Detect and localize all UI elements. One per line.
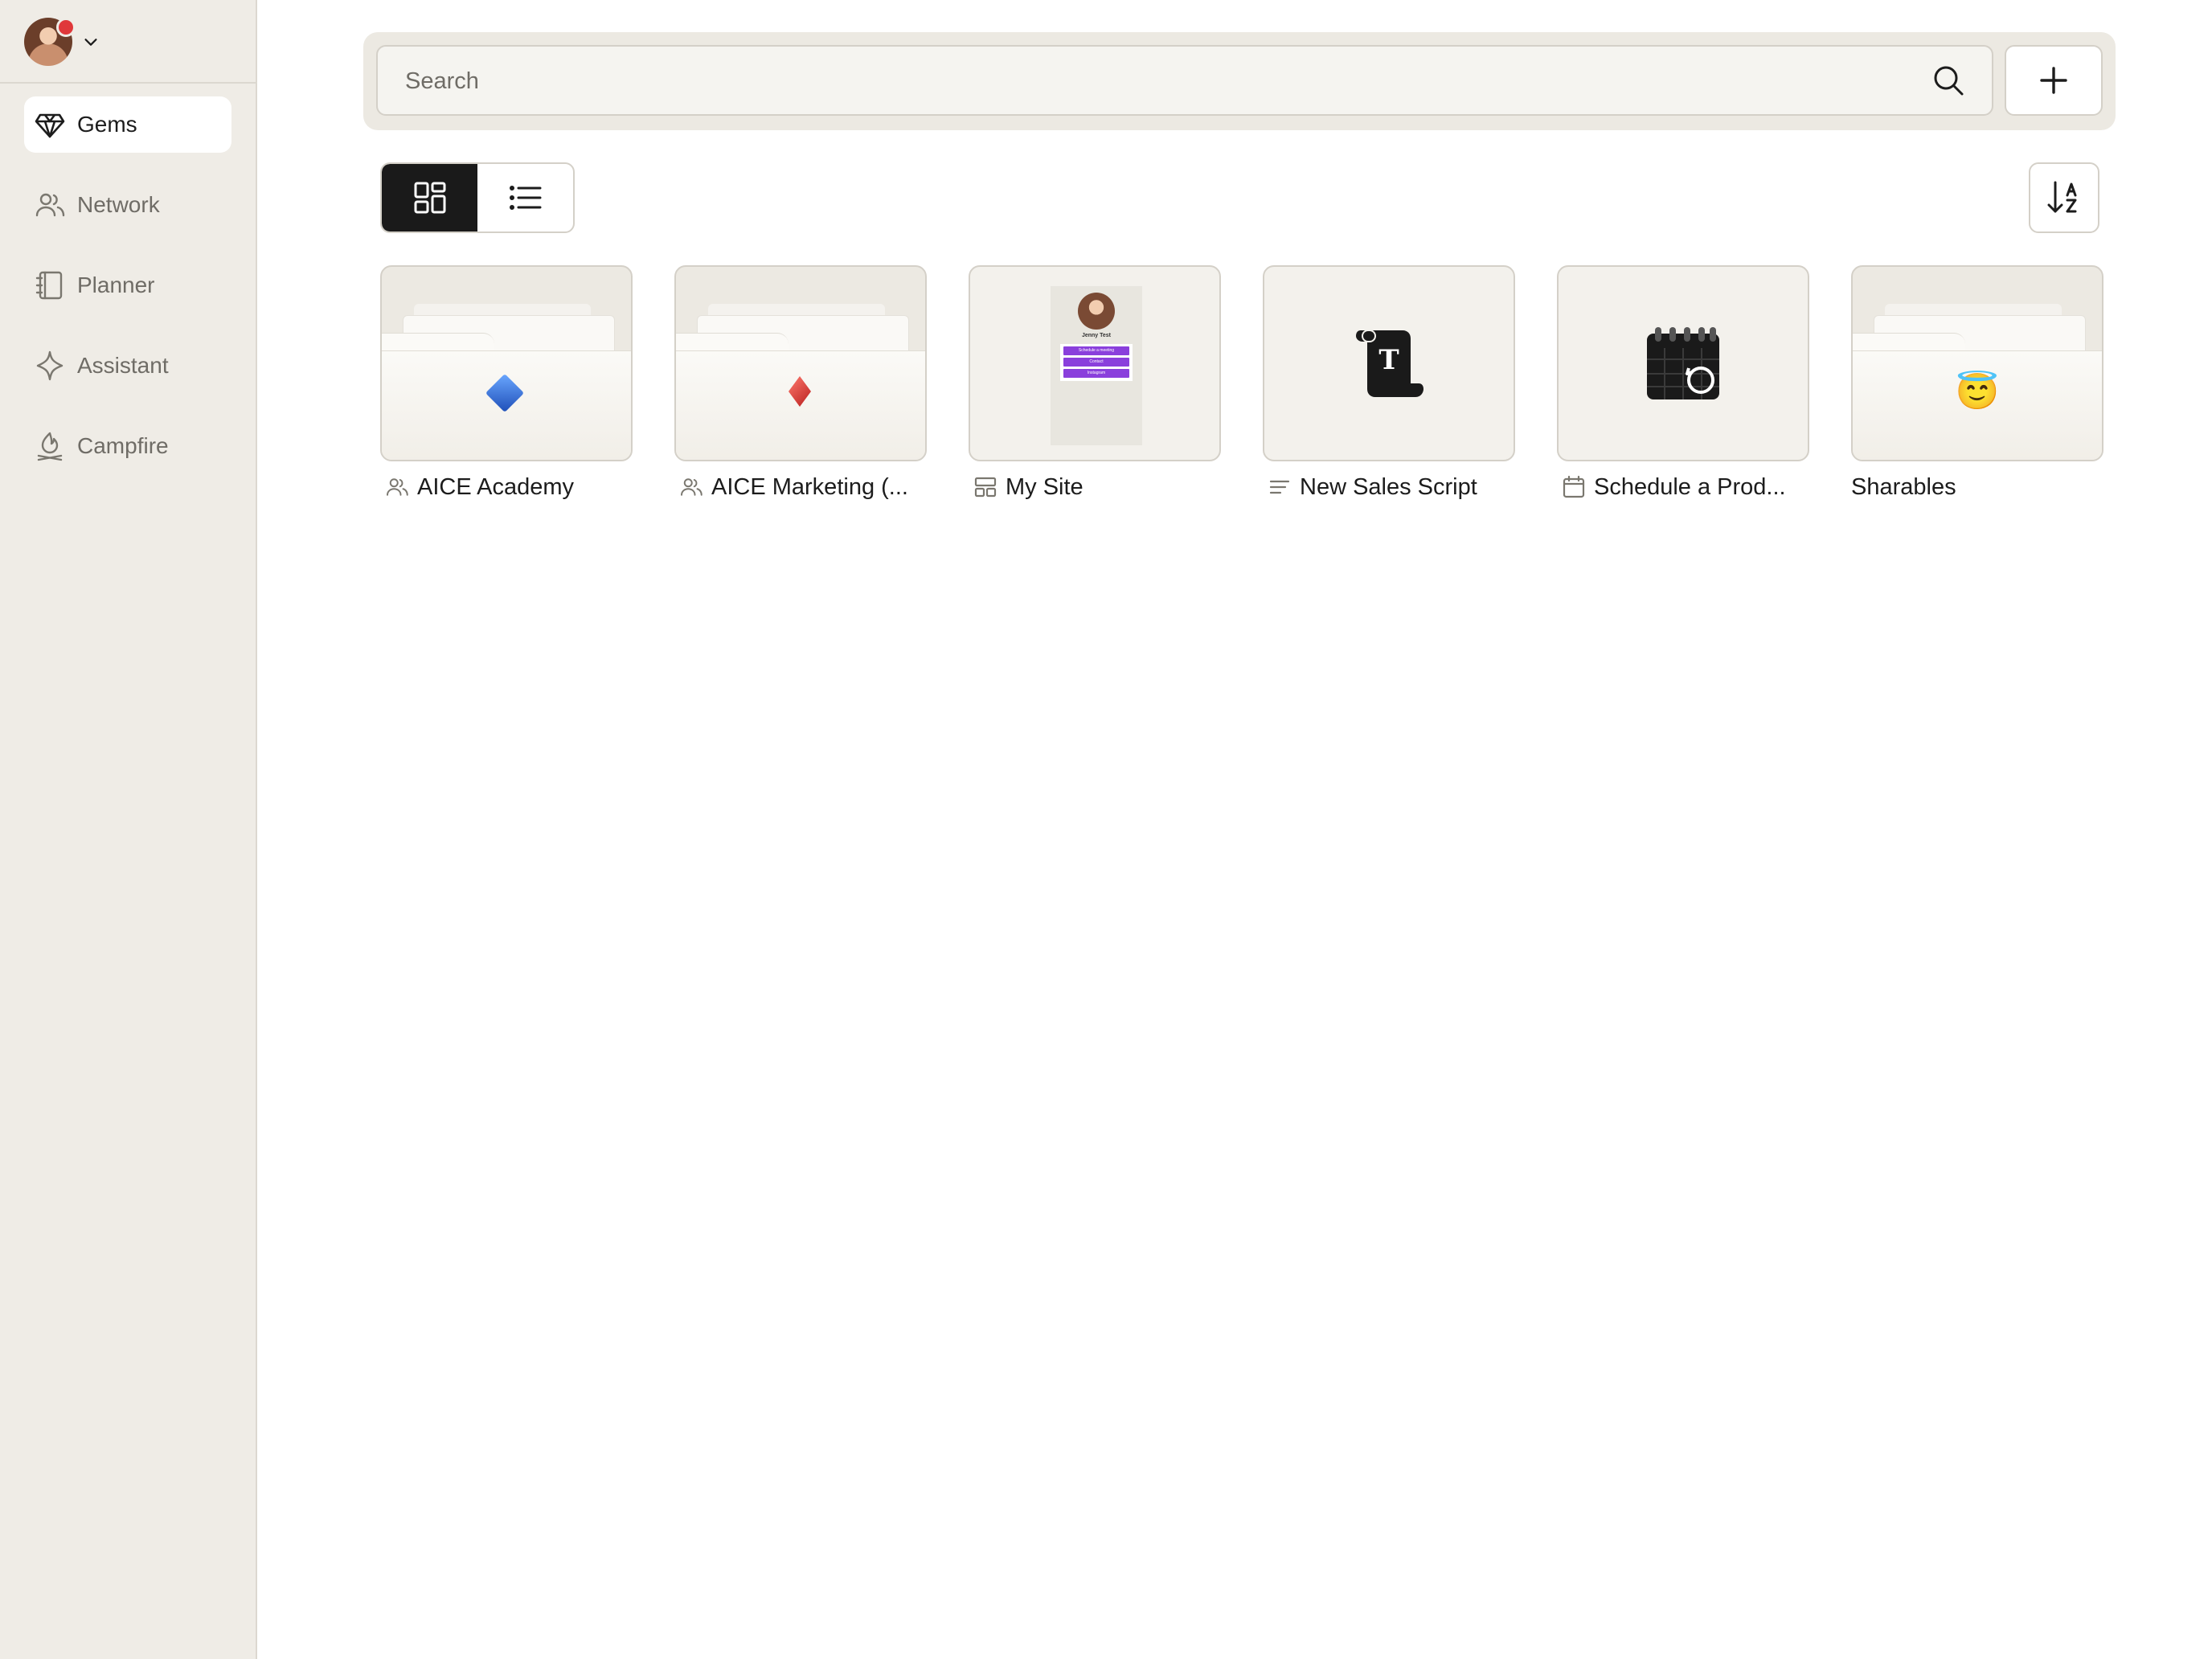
script-thumbnail[interactable]: T (1263, 265, 1515, 461)
gem-icon (34, 109, 66, 141)
grid-view-button[interactable] (382, 164, 477, 231)
users-icon (385, 475, 409, 499)
site-preview: Jenny Test Schedule a meeting Contact In… (1051, 286, 1142, 445)
grid-icon (414, 182, 445, 214)
gem-label[interactable]: AICE Academy (380, 473, 633, 502)
folder-thumbnail[interactable] (380, 265, 633, 461)
gem-label[interactable]: My Site (969, 473, 1221, 502)
sidebar-item-label: Network (77, 192, 160, 217)
gem-card[interactable]: Schedule a Prod... (1557, 265, 1809, 502)
folder-thumbnail[interactable]: 😇 (1851, 265, 2103, 461)
sparkle-icon (34, 350, 66, 382)
notification-dot (56, 18, 76, 37)
gem-label[interactable]: New Sales Script (1263, 473, 1515, 502)
list-icon (509, 186, 541, 210)
gem-label[interactable]: AICE Marketing (... (674, 473, 927, 502)
campfire-icon (34, 430, 66, 462)
gem-card[interactable]: 😇 Sharables (1851, 265, 2103, 502)
gem-title: Schedule a Prod... (1594, 473, 1786, 500)
gem-title: My Site (1006, 473, 1083, 500)
sort-button[interactable] (2029, 162, 2099, 233)
profile-menu[interactable] (24, 16, 100, 68)
sidebar-item-label: Campfire (77, 433, 169, 458)
search-icon[interactable] (1932, 64, 1964, 96)
users-icon (679, 475, 703, 499)
site-thumbnail[interactable]: Jenny Test Schedule a meeting Contact In… (969, 265, 1221, 461)
gem-card[interactable]: T New Sales Script (1263, 265, 1515, 502)
chevron-down-icon[interactable] (82, 33, 100, 51)
sidebar-item-assistant[interactable]: Assistant (24, 338, 231, 394)
layout-icon (973, 475, 997, 499)
gem-card[interactable]: AICE Marketing (... (674, 265, 927, 502)
gem-title: AICE Marketing (... (711, 473, 908, 500)
halo-smile-emoji-icon: 😇 (1955, 372, 2000, 412)
sort-az-icon (2047, 181, 2077, 213)
sidebar-item-gems[interactable]: Gems (24, 96, 231, 153)
sidebar-divider (0, 82, 256, 84)
gem-title: Sharables (1851, 473, 1956, 500)
sidebar-item-label: Gems (77, 112, 137, 137)
sidebar-item-network[interactable]: Network (24, 177, 231, 233)
thumb-icon-wrap: T (1264, 267, 1514, 460)
gem-title: AICE Academy (417, 473, 575, 500)
gem-label[interactable]: Schedule a Prod... (1557, 473, 1809, 502)
sidebar-item-campfire[interactable]: Campfire (24, 418, 231, 474)
site-link-button: Instagram (1063, 369, 1129, 378)
site-links-card: Schedule a meeting Contact Instagram (1060, 344, 1133, 381)
plus-icon (2040, 67, 2067, 94)
sidebar-item-label: Planner (77, 272, 155, 297)
add-button[interactable] (2005, 45, 2103, 116)
site-link-button: Contact (1063, 358, 1129, 367)
search-bar (363, 32, 2116, 130)
gem-card[interactable]: AICE Academy (380, 265, 633, 502)
search-box[interactable] (376, 45, 1993, 116)
svg-text:T: T (1378, 344, 1399, 376)
calendar-icon (1647, 327, 1719, 399)
site-name: Jenny Test (1081, 333, 1112, 338)
gem-label[interactable]: Sharables (1851, 473, 2103, 502)
users-icon (34, 189, 66, 221)
view-toggle (380, 162, 575, 233)
text-lines-icon (1268, 475, 1292, 499)
gem-title: New Sales Script (1300, 473, 1477, 500)
avatar[interactable] (24, 18, 76, 66)
sidebar-item-planner[interactable]: Planner (24, 257, 231, 313)
notebook-icon (34, 269, 66, 301)
site-link-button: Schedule a meeting (1063, 346, 1129, 355)
folder-thumbnail[interactable] (674, 265, 927, 461)
folder-front (676, 350, 925, 460)
list-view-button[interactable] (477, 164, 573, 231)
sidebar-item-label: Assistant (77, 353, 169, 378)
schedule-thumbnail[interactable] (1557, 265, 1809, 461)
calendar-icon (1562, 475, 1586, 499)
sidebar: Gems Network Planner Assistant Campfire (0, 0, 257, 1659)
search-input[interactable] (403, 47, 1918, 116)
thumb-icon-wrap (1559, 267, 1808, 460)
script-scroll-icon: T (1356, 330, 1423, 397)
sidebar-nav: Gems Network Planner Assistant Campfire (24, 96, 231, 498)
gem-card[interactable]: Jenny Test Schedule a meeting Contact In… (969, 265, 1221, 502)
avatar (1078, 293, 1115, 330)
